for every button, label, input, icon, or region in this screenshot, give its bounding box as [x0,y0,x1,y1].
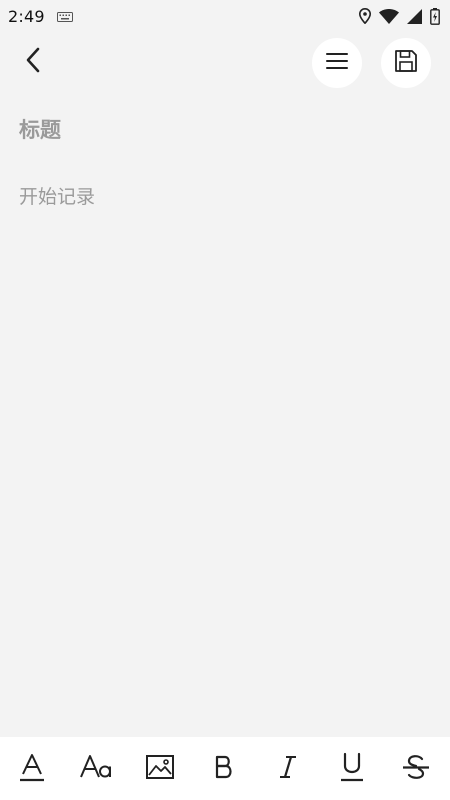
font-size-button[interactable] [76,749,116,789]
strikethrough-button[interactable] [396,749,436,789]
italic-icon [278,754,298,784]
bold-button[interactable] [204,749,244,789]
floppy-save-icon [393,48,419,78]
save-button[interactable] [381,38,431,88]
note-body-input[interactable]: 开始记录 [19,182,429,212]
bold-icon [213,754,235,784]
strikethrough-icon [402,754,430,784]
wifi-icon [379,8,399,24]
status-bar: 2:49 [0,0,450,32]
underline-button[interactable] [332,749,372,789]
text-color-icon [18,752,46,786]
underline-icon [340,752,364,786]
chevron-left-icon [24,46,44,78]
battery-icon [430,7,440,25]
top-bar [0,36,450,90]
location-icon [359,8,371,24]
menu-button[interactable] [312,38,362,88]
note-editor-screen: 2:49 标题 开始记录 [0,0,450,800]
text-color-button[interactable] [12,749,52,789]
hamburger-menu-icon [325,51,349,75]
formatting-toolbar [0,737,450,800]
insert-image-button[interactable] [140,749,180,789]
status-time: 2:49 [8,6,45,26]
keyboard-icon [56,7,73,26]
back-button[interactable] [14,42,54,82]
status-left: 2:49 [8,7,73,26]
note-title-input[interactable]: 标题 [19,114,429,146]
italic-button[interactable] [268,749,308,789]
font-size-icon [79,754,113,784]
signal-icon [407,8,422,24]
image-icon [145,754,175,784]
status-right [359,7,440,25]
